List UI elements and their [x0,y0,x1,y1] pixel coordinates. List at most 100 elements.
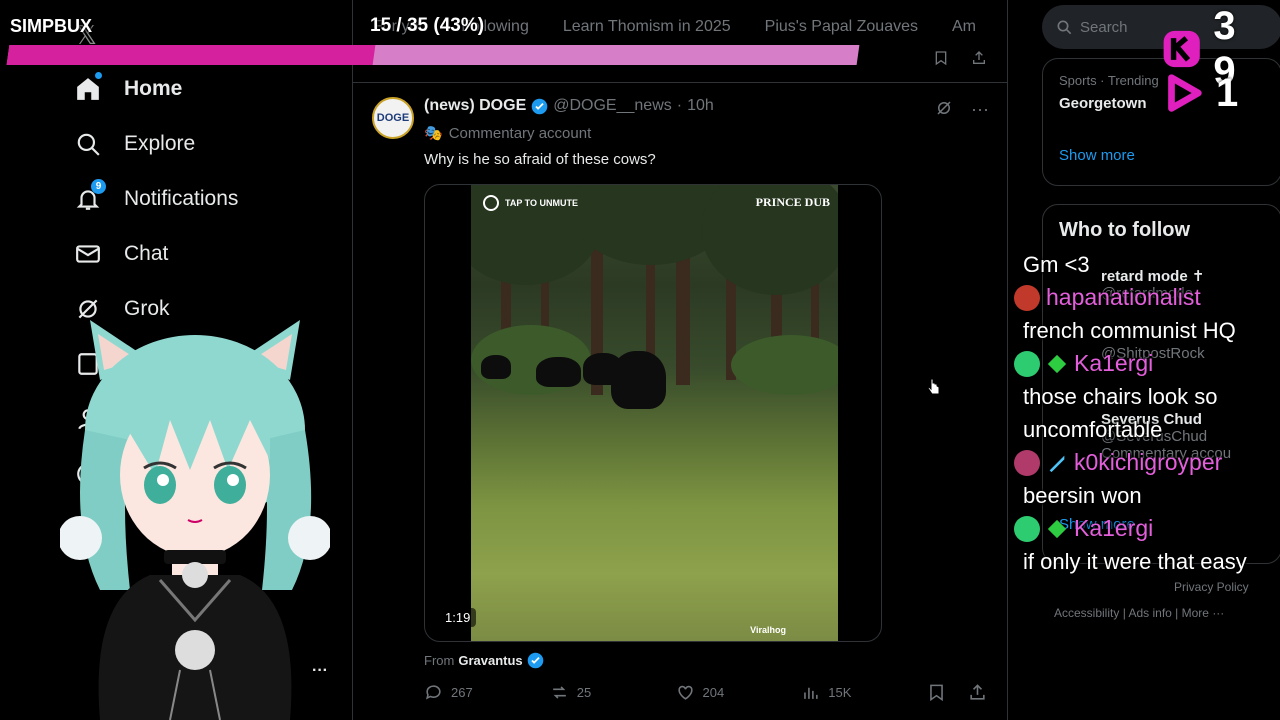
trends-show-more[interactable]: Show more [1059,147,1135,164]
chat-avatar [1014,350,1040,377]
trend-meta: Sports · Trending [1059,73,1159,88]
play-count: 1 [1216,70,1245,115]
grok-icon[interactable] [935,99,953,117]
tap-to-unmute[interactable]: TAP TO UNMUTE [483,195,578,211]
post-header: (news) DOGE @DOGE__news · 10h [424,97,714,115]
footer-link[interactable]: Ads info [1128,606,1171,620]
nav-explore[interactable]: Explore [74,124,195,164]
reply-count: 267 [451,685,473,700]
green-diamond-icon [1047,354,1067,373]
repost-button[interactable]: 25 [550,683,676,702]
footer-link[interactable]: More ··· [1182,606,1225,620]
verified-badge-icon [531,98,548,114]
like-count: 204 [702,685,725,700]
commentary-label: 🎭 Commentary account [424,124,592,143]
from-attribution: From Gravantus [424,652,544,669]
separator-dot: · [676,97,683,114]
like-button[interactable]: 204 [676,683,802,702]
chat-username: hapanationalist [1046,284,1201,310]
footer-link[interactable]: Accessibility [1054,606,1119,620]
unmute-label: TAP TO UNMUTE [505,198,579,208]
footer-links: Privacy Policy Accessibility | Ads info … [1054,580,1249,620]
account-more-icon[interactable]: ··· [312,662,328,680]
author-avatar[interactable]: DOGE [372,97,414,139]
video-player[interactable]: TAP TO UNMUTE PRINCE DUB Viralhog 1:19 [424,184,882,642]
video-watermark: Viralhog [750,625,786,635]
commentary-text: Commentary account [448,124,592,142]
post-text: Why is he so afraid of these cows? [424,151,656,168]
main-feed: For you Following Learn Thomism in 2025 … [352,0,1008,720]
simpbux-label: SIMPBUX [10,16,93,36]
chat-username-row: Ka1ergi [1014,347,1280,380]
chat-username: k0kichigroyper [1074,449,1223,475]
mail-icon [74,240,102,268]
post[interactable]: DOGE (news) DOGE @DOGE__news · 10h ··· 🎭… [353,83,1007,720]
post-menu: ··· [935,99,989,120]
cow [481,355,511,379]
nav-label: Home [124,77,183,100]
repost-count: 25 [576,685,592,700]
reply-button[interactable]: 267 [424,683,550,702]
home-icon [74,72,102,103]
repost-icon [552,686,566,699]
verified-badge-icon [527,652,543,669]
chat-username-row: k0kichigroyper [1014,446,1280,479]
tab-learn-thomism[interactable]: Learn Thomism in 2025 [563,18,731,36]
views-button[interactable]: 15K [801,683,927,702]
video-logo: PRINCE DUB [755,195,830,209]
nav-label: Explore [124,132,196,155]
nav-label: Chat [124,242,169,265]
bookmark-icon[interactable] [933,50,949,66]
chat-avatar [1014,515,1040,542]
who-to-follow-title: Who to follow [1059,219,1191,241]
reply-icon [425,685,441,700]
share-icon[interactable] [971,50,987,66]
stream-chat: Gm <3 hapanationalist french communist HQ K… [1014,248,1280,578]
new-posts-dot [95,72,102,79]
notification-badge: 9 [91,179,106,194]
sword-icon [1049,455,1065,472]
chat-message: those chairs look so uncomfortable [1023,384,1218,442]
trend-name[interactable]: Georgetown [1059,95,1147,112]
nav-chat[interactable]: Chat [74,234,168,274]
nav-home[interactable]: Home [74,69,182,109]
share-icon[interactable] [968,683,987,702]
chat-username: Ka1ergi [1074,350,1154,376]
chat-avatar [1014,449,1040,476]
mouse-cursor-icon [927,378,940,395]
author-handle[interactable]: @DOGE__news [553,97,672,115]
author-name[interactable]: (news) DOGE [424,97,526,115]
post-time[interactable]: 10h [687,97,714,115]
goal-progress-fill [6,45,375,65]
from-name[interactable]: Gravantus [458,653,522,668]
more-options-icon[interactable]: ··· [971,99,989,120]
bell-icon: 9 [74,179,106,213]
play-logo-icon [1168,74,1202,112]
chat-message: if only it were that easy [1023,549,1247,574]
nav-label: Notifications [124,187,239,210]
search-icon [74,130,102,158]
chat-username-row: Ka1ergi [1014,512,1280,545]
chat-username-row: hapanationalist [1014,281,1280,314]
footer-link[interactable]: Privacy Policy [1174,580,1249,594]
kick-logo-icon [1163,30,1200,68]
bookmark-icon[interactable] [927,683,946,702]
tab-papal-zouaves[interactable]: Pius's Papal Zouaves [765,18,918,36]
video-frame[interactable]: TAP TO UNMUTE PRINCE DUB Viralhog [471,185,838,641]
views-icon [804,687,818,699]
nav-notifications[interactable]: 9 Notifications [74,179,238,219]
tab-am[interactable]: Am [952,18,976,36]
goal-progress-text: 15 / 35 (43%) [370,15,485,36]
heart-icon [677,685,693,700]
chat-message: Gm <3 [1023,252,1090,277]
chat-message: beersin won [1023,483,1142,508]
chat-username: Ka1ergi [1074,515,1154,541]
search-placeholder: Search [1080,18,1128,36]
mask-icon: 🎭 [424,125,443,142]
video-duration: 1:19 [439,608,477,627]
previous-post-actions [933,50,987,66]
play-counter: 1 [1160,70,1244,116]
post-actions: 267 25 204 15K [424,683,987,702]
secondary-actions [927,683,987,702]
from-prefix: From [424,653,455,668]
